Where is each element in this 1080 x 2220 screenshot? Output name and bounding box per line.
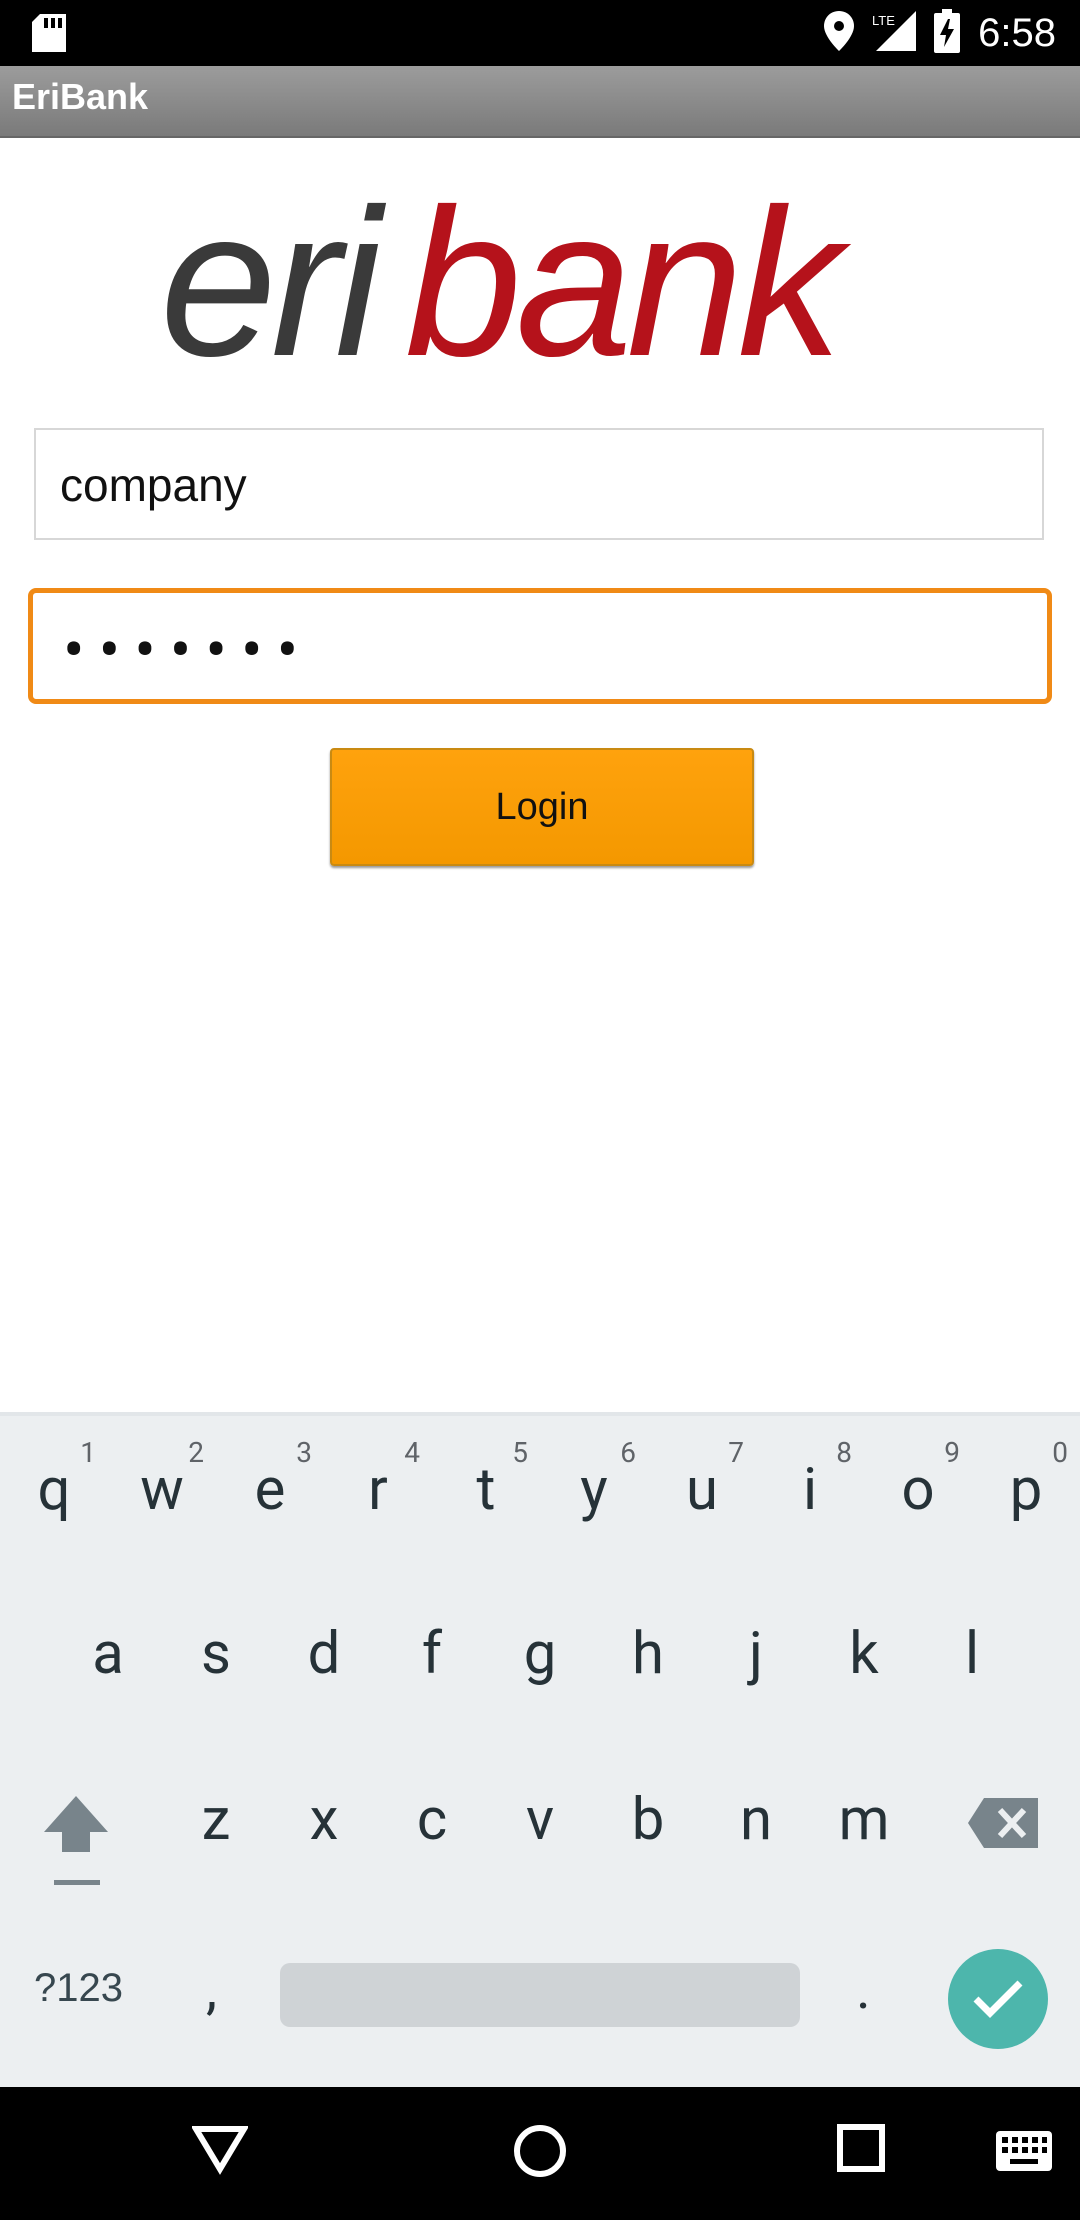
recents-button[interactable] <box>836 2123 886 2177</box>
login-button[interactable]: Login <box>330 748 754 866</box>
key-o[interactable]: 9o <box>870 1416 966 1566</box>
password-value: ••••••• <box>63 613 313 688</box>
key-char: w <box>140 1456 184 1524</box>
key-z[interactable]: z <box>168 1746 264 1896</box>
key-char: z <box>201 1786 231 1854</box>
sd-card-icon <box>32 14 66 56</box>
status-icons: LTE 6:58 <box>824 0 1056 66</box>
key-char: m <box>838 1786 890 1854</box>
key-char: t <box>476 1456 496 1524</box>
key-d[interactable]: d <box>276 1580 372 1730</box>
navigation-bar <box>0 2087 1080 2220</box>
username-field[interactable]: company <box>34 428 1044 540</box>
key-n[interactable]: n <box>708 1746 804 1896</box>
key-f[interactable]: f <box>384 1580 480 1730</box>
key-char: l <box>964 1620 980 1688</box>
lte-signal-icon: LTE <box>872 11 917 55</box>
shift-icon <box>44 1796 108 1885</box>
username-value: company <box>60 459 247 511</box>
app-title: EriBank <box>12 76 149 117</box>
key-e[interactable]: 3e <box>222 1416 318 1566</box>
status-bar: LTE 6:58 <box>0 0 1080 66</box>
key-char: r <box>368 1456 388 1524</box>
home-icon <box>514 2125 566 2177</box>
key-m[interactable]: m <box>816 1746 912 1896</box>
shift-key[interactable] <box>36 1788 116 1888</box>
login-button-label: Login <box>495 785 589 828</box>
key-c[interactable]: c <box>384 1746 480 1896</box>
svg-text:eri: eri <box>160 165 387 380</box>
key-char: g <box>523 1620 557 1688</box>
key-char: n <box>739 1786 773 1854</box>
key-char: b <box>631 1786 665 1854</box>
comma-key[interactable]: , <box>206 1956 217 2022</box>
recents-icon <box>837 2124 885 2172</box>
key-char: i <box>802 1456 818 1524</box>
checkmark-icon <box>973 1980 1023 2018</box>
key-j[interactable]: j <box>708 1580 804 1730</box>
svg-text:bank: bank <box>405 165 851 380</box>
key-char: u <box>686 1456 718 1524</box>
key-p[interactable]: 0p <box>978 1416 1074 1566</box>
period-key[interactable]: . <box>856 1956 871 2022</box>
key-v[interactable]: v <box>492 1746 588 1896</box>
key-s[interactable]: s <box>168 1580 264 1730</box>
home-button[interactable] <box>512 2123 568 2183</box>
key-char: o <box>901 1456 935 1524</box>
keyboard-switch-button[interactable] <box>996 2131 1052 2175</box>
key-k[interactable]: k <box>816 1580 912 1730</box>
clock: 6:58 <box>978 10 1056 55</box>
key-r[interactable]: 4r <box>330 1416 426 1566</box>
key-char: v <box>525 1786 555 1854</box>
password-field[interactable]: ••••••• <box>28 588 1052 704</box>
key-char: q <box>37 1456 71 1524</box>
key-q[interactable]: 1q <box>6 1416 102 1566</box>
key-y[interactable]: 6y <box>546 1416 642 1566</box>
key-g[interactable]: g <box>492 1580 588 1730</box>
eribank-logo: eri bank <box>150 160 930 400</box>
key-t[interactable]: 5t <box>438 1416 534 1566</box>
app-bar: EriBank <box>0 66 1080 138</box>
keyboard-icon <box>996 2131 1052 2171</box>
key-w[interactable]: 2w <box>114 1416 210 1566</box>
key-char: e <box>254 1456 286 1524</box>
key-a[interactable]: a <box>60 1580 156 1730</box>
key-b[interactable]: b <box>600 1746 696 1896</box>
key-h[interactable]: h <box>600 1580 696 1730</box>
location-icon <box>824 11 855 55</box>
backspace-key[interactable] <box>968 1798 1038 1848</box>
space-bar[interactable] <box>280 1963 800 2027</box>
key-char: p <box>1009 1456 1043 1524</box>
symbols-key[interactable]: ?123 <box>34 1966 123 2011</box>
backspace-icon <box>968 1798 1038 1848</box>
key-char: x <box>309 1786 339 1854</box>
key-char: f <box>421 1620 443 1688</box>
key-i[interactable]: 8i <box>762 1416 858 1566</box>
svg-text:LTE: LTE <box>872 13 895 28</box>
battery-charging-icon <box>934 9 961 57</box>
key-char: a <box>92 1620 124 1688</box>
key-char: y <box>580 1456 608 1524</box>
key-char: d <box>307 1620 341 1688</box>
back-icon <box>190 2126 250 2175</box>
key-u[interactable]: 7u <box>654 1416 750 1566</box>
key-char: j <box>749 1620 763 1688</box>
soft-keyboard: 1q 2w 3e 4r 5t 6y 7u 8i 9o 0p a s d f g … <box>0 1412 1080 2091</box>
key-char: k <box>849 1620 879 1688</box>
key-x[interactable]: x <box>276 1746 372 1896</box>
key-char: s <box>201 1620 231 1688</box>
enter-key[interactable] <box>948 1949 1048 2049</box>
key-char: h <box>632 1620 664 1688</box>
key-l[interactable]: l <box>924 1580 1020 1730</box>
back-button[interactable] <box>190 2123 250 2179</box>
key-char: c <box>416 1786 448 1854</box>
